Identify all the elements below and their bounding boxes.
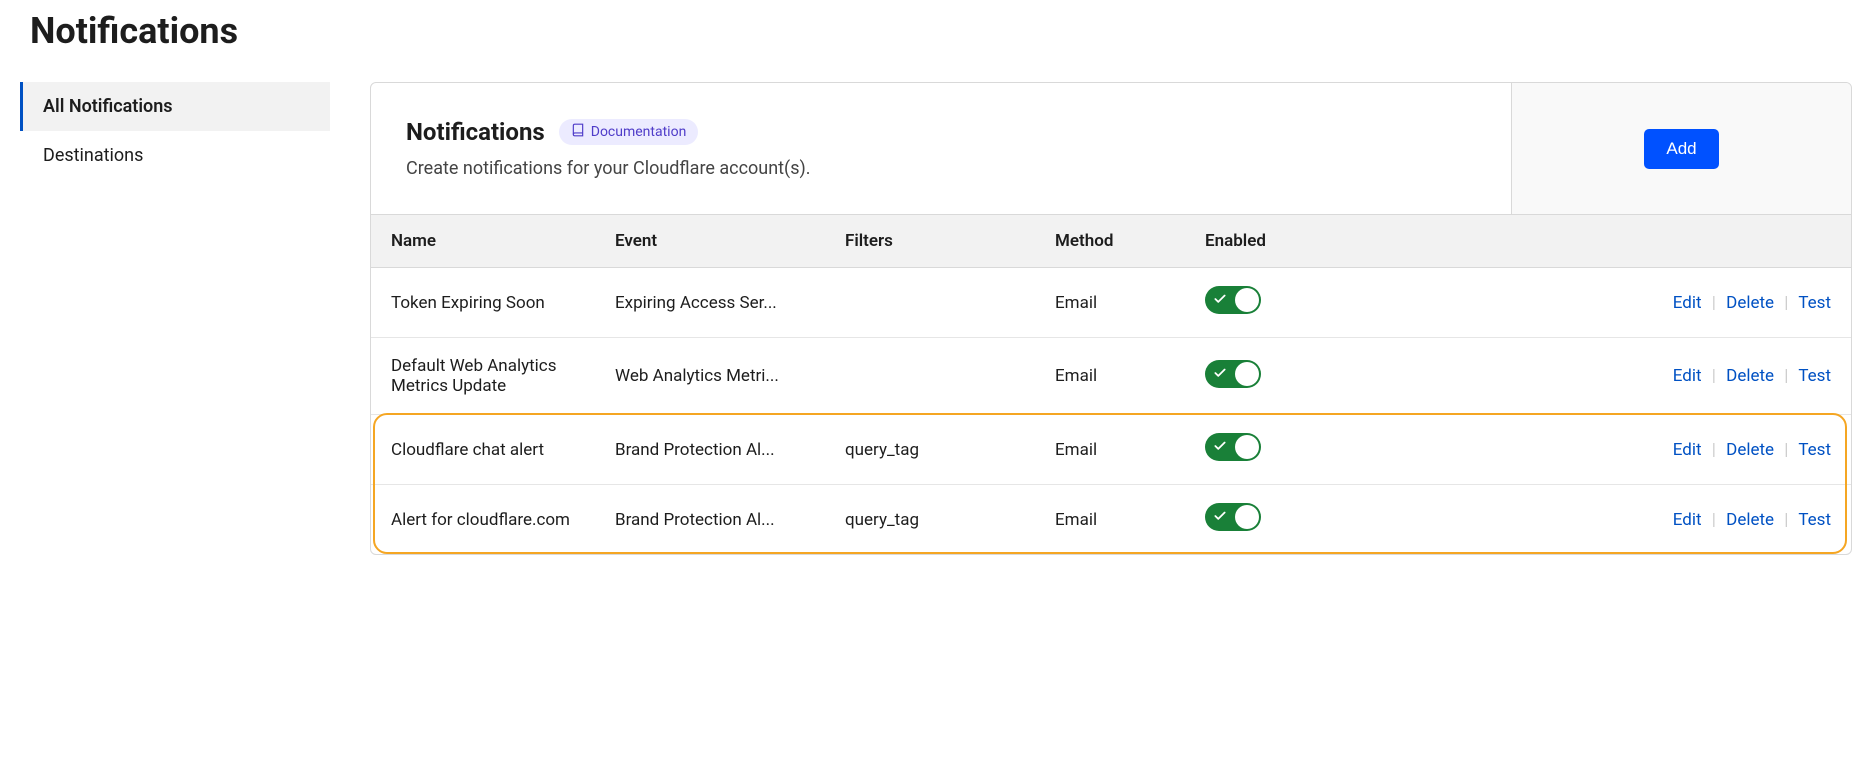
enabled-toggle[interactable] xyxy=(1205,433,1261,461)
documentation-link[interactable]: Documentation xyxy=(559,119,699,145)
action-separator: | xyxy=(1784,440,1788,460)
cell-event: Web Analytics Metri... xyxy=(601,338,831,415)
action-separator: | xyxy=(1784,366,1788,386)
action-separator: | xyxy=(1784,510,1788,530)
page-title: Notifications xyxy=(30,10,1852,52)
column-header-event: Event xyxy=(601,215,831,268)
book-icon xyxy=(571,123,585,141)
cell-method: Email xyxy=(1041,415,1191,485)
test-link[interactable]: Test xyxy=(1798,366,1831,386)
test-link[interactable]: Test xyxy=(1798,293,1831,313)
toggle-knob xyxy=(1235,362,1259,386)
test-link[interactable]: Test xyxy=(1798,510,1831,530)
toggle-knob xyxy=(1235,435,1259,459)
cell-actions: Edit | Delete | Test xyxy=(1291,485,1851,555)
edit-link[interactable]: Edit xyxy=(1673,293,1702,313)
action-separator: | xyxy=(1712,293,1716,313)
enabled-toggle[interactable] xyxy=(1205,503,1261,531)
toggle-knob xyxy=(1235,505,1259,529)
edit-link[interactable]: Edit xyxy=(1673,366,1702,386)
action-separator: | xyxy=(1712,510,1716,530)
table-row: Token Expiring Soon Expiring Access Ser.… xyxy=(371,268,1851,338)
column-header-filters: Filters xyxy=(831,215,1041,268)
enabled-toggle[interactable] xyxy=(1205,360,1261,388)
cell-event: Brand Protection Al... xyxy=(601,485,831,555)
delete-link[interactable]: Delete xyxy=(1726,440,1774,460)
table-row: Default Web Analytics Metrics Update Web… xyxy=(371,338,1851,415)
test-link[interactable]: Test xyxy=(1798,440,1831,460)
sidebar-item-destinations[interactable]: Destinations xyxy=(20,131,330,180)
cell-event: Brand Protection Al... xyxy=(601,415,831,485)
table-row: Alert for cloudflare.com Brand Protectio… xyxy=(371,485,1851,555)
sidebar-item-label: All Notifications xyxy=(43,96,173,117)
cell-name: Default Web Analytics Metrics Update xyxy=(371,338,601,415)
sidebar-item-all-notifications[interactable]: All Notifications xyxy=(20,82,330,131)
cell-filters: query_tag xyxy=(831,485,1041,555)
sidebar: All Notifications Destinations xyxy=(20,82,330,555)
notifications-table: Name Event Filters Method Enabled Token … xyxy=(371,215,1851,554)
panel-title: Notifications xyxy=(406,118,545,146)
cell-method: Email xyxy=(1041,485,1191,555)
cell-name: Alert for cloudflare.com xyxy=(371,485,601,555)
edit-link[interactable]: Edit xyxy=(1673,510,1702,530)
cell-enabled xyxy=(1191,415,1291,485)
cell-filters: query_tag xyxy=(831,415,1041,485)
cell-filters xyxy=(831,338,1041,415)
notifications-panel: Notifications Documentation Create notif… xyxy=(370,82,1852,555)
cell-method: Email xyxy=(1041,268,1191,338)
cell-enabled xyxy=(1191,485,1291,555)
action-separator: | xyxy=(1712,440,1716,460)
delete-link[interactable]: Delete xyxy=(1726,366,1774,386)
action-separator: | xyxy=(1784,293,1788,313)
cell-actions: Edit | Delete | Test xyxy=(1291,415,1851,485)
panel-header: Notifications Documentation Create notif… xyxy=(371,83,1851,215)
table-row: Cloudflare chat alert Brand Protection A… xyxy=(371,415,1851,485)
check-icon xyxy=(1213,508,1227,528)
sidebar-item-label: Destinations xyxy=(43,145,143,166)
cell-name: Token Expiring Soon xyxy=(371,268,601,338)
delete-link[interactable]: Delete xyxy=(1726,510,1774,530)
toggle-knob xyxy=(1235,288,1259,312)
cell-enabled xyxy=(1191,268,1291,338)
check-icon xyxy=(1213,291,1227,311)
cell-actions: Edit | Delete | Test xyxy=(1291,268,1851,338)
check-icon xyxy=(1213,438,1227,458)
table-container: Name Event Filters Method Enabled Token … xyxy=(371,215,1851,554)
cell-event: Expiring Access Ser... xyxy=(601,268,831,338)
column-header-method: Method xyxy=(1041,215,1191,268)
delete-link[interactable]: Delete xyxy=(1726,293,1774,313)
documentation-label: Documentation xyxy=(591,124,687,140)
cell-name: Cloudflare chat alert xyxy=(371,415,601,485)
check-icon xyxy=(1213,365,1227,385)
cell-method: Email xyxy=(1041,338,1191,415)
panel-subtitle: Create notifications for your Cloudflare… xyxy=(406,158,1476,179)
cell-enabled xyxy=(1191,338,1291,415)
column-header-enabled: Enabled xyxy=(1191,215,1291,268)
cell-filters xyxy=(831,268,1041,338)
action-separator: | xyxy=(1712,366,1716,386)
column-header-actions xyxy=(1291,215,1851,268)
add-button[interactable]: Add xyxy=(1644,129,1718,169)
column-header-name: Name xyxy=(371,215,601,268)
edit-link[interactable]: Edit xyxy=(1673,440,1702,460)
enabled-toggle[interactable] xyxy=(1205,286,1261,314)
cell-actions: Edit | Delete | Test xyxy=(1291,338,1851,415)
